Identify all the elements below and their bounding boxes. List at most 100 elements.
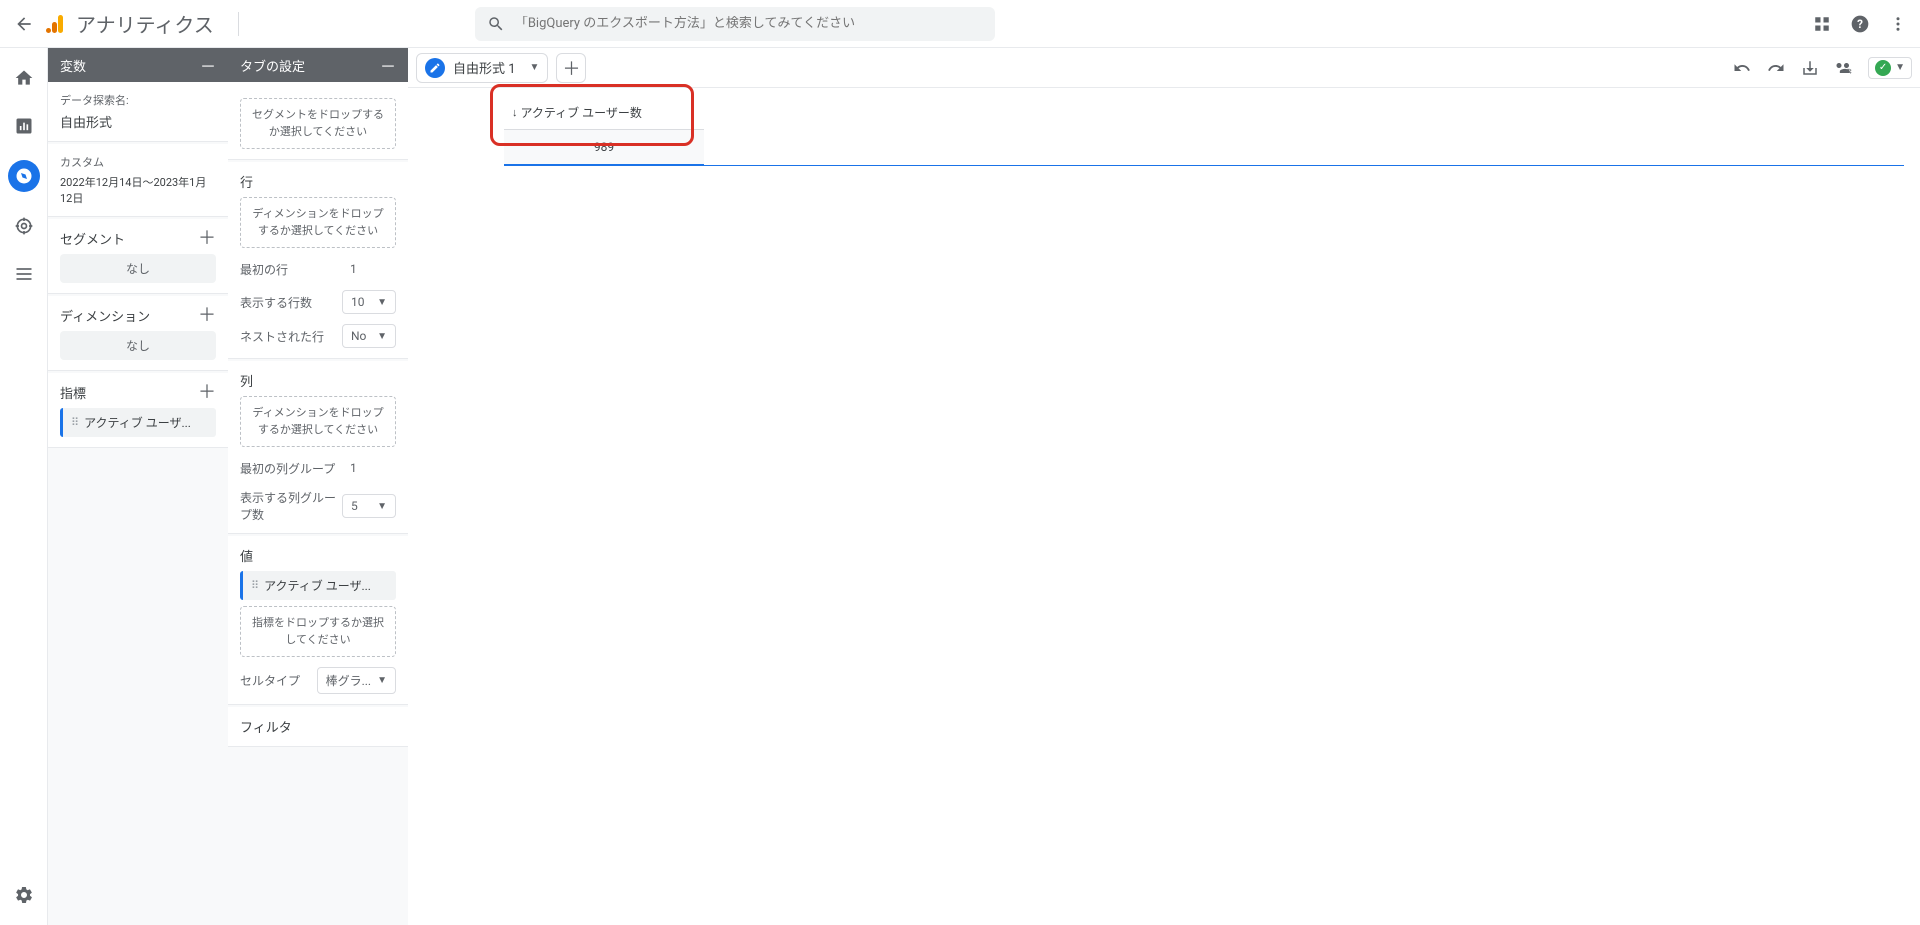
drag-handle-icon: ⠿ [251, 579, 258, 592]
drag-handle-icon: ⠿ [71, 416, 78, 429]
share-icon[interactable] [1834, 58, 1854, 78]
filter-label: フィルタ [240, 717, 396, 736]
svg-text:?: ? [1857, 17, 1863, 31]
status-check[interactable]: ✓ ▼ [1868, 57, 1912, 79]
canvas-wrap: 自由形式 1 ▼ ＋ ✓ ▼ [408, 48, 1920, 925]
show-rows-label: 表示する行数 [240, 294, 312, 311]
tab-settings-header: タブの設定 － [228, 48, 408, 82]
metric-drop-zone[interactable]: 指標をドロップするか選択してください [240, 606, 396, 657]
edit-icon [425, 58, 445, 78]
show-col-groups-label: 表示する列グループ数 [240, 489, 342, 523]
date-range-section[interactable]: カスタム 2022年12月14日～2023年1月12日 [48, 144, 228, 217]
app-title: アナリティクス [76, 9, 214, 38]
values-label: 値 [240, 546, 396, 565]
first-row-value[interactable]: 1 [342, 258, 396, 280]
add-tab-button[interactable]: ＋ [556, 53, 586, 83]
value-chip-active-users[interactable]: ⠿ アクティブ ユーザ... [240, 571, 396, 600]
show-rows-select[interactable]: 10▼ [342, 290, 396, 314]
rows-section: 行 ディメンションをドロップするか選択してください 最初の行 1 表示する行数 … [228, 162, 408, 359]
help-icon[interactable]: ? [1850, 14, 1870, 34]
undo-icon[interactable] [1732, 58, 1752, 78]
metrics-section: 指標 ＋ ⠿ アクティブ ユーザ... [48, 373, 228, 448]
canvas-toolbar-right: ✓ ▼ [1732, 57, 1912, 79]
metric-chip-active-users[interactable]: ⠿ アクティブ ユーザ... [60, 408, 216, 437]
dimensions-none: なし [60, 331, 216, 360]
segment-drop-section: セグメントをドロップするか選択してください [228, 82, 408, 160]
dimensions-label: ディメンション [60, 306, 150, 325]
tab-settings-panel: タブの設定 － セグメントをドロップするか選択してください 行 ディメンションを… [228, 48, 408, 925]
tab-settings-title: タブの設定 [240, 56, 305, 75]
redo-icon[interactable] [1766, 58, 1786, 78]
nav-settings-icon[interactable] [10, 881, 38, 909]
cols-dim-drop-zone[interactable]: ディメンションをドロップするか選択してください [240, 396, 396, 447]
back-arrow-icon[interactable] [12, 12, 36, 36]
filter-section: フィルタ [228, 707, 408, 747]
custom-label: カスタム [60, 154, 216, 170]
apps-grid-icon[interactable] [1812, 14, 1832, 34]
exploration-name-label: データ探索名: [60, 92, 216, 108]
cols-section: 列 ディメンションをドロップするか選択してください 最初の列グループ 1 表示す… [228, 361, 408, 534]
segments-section: セグメント ＋ なし [48, 219, 228, 294]
rows-label: 行 [240, 172, 396, 191]
header-actions: ? [1812, 14, 1908, 34]
exploration-name-section: データ探索名: 自由形式 [48, 82, 228, 142]
metrics-label: 指標 [60, 383, 86, 402]
status-caret-icon: ▼ [1895, 62, 1905, 73]
cell-type-label: セルタイプ [240, 672, 300, 689]
nav-ads-icon[interactable] [10, 212, 38, 240]
sort-desc-icon: ↓ [512, 106, 518, 119]
collapse-icon[interactable]: － [380, 53, 396, 77]
segments-none: なし [60, 254, 216, 283]
exploration-tab[interactable]: 自由形式 1 ▼ [416, 53, 548, 83]
nav-reports-icon[interactable] [10, 112, 38, 140]
segments-label: セグメント [60, 229, 125, 248]
title-divider [238, 12, 239, 36]
nested-rows-select[interactable]: No▼ [342, 324, 396, 348]
nested-rows-label: ネストされた行 [240, 328, 324, 345]
nav-config-icon[interactable] [10, 260, 38, 288]
main-wrap: 変数 － データ探索名: 自由形式 カスタム 2022年12月14日～2023年… [0, 48, 1920, 925]
canvas-toolbar: 自由形式 1 ▼ ＋ ✓ ▼ [408, 48, 1920, 88]
date-range-value: 2022年12月14日～2023年1月12日 [60, 174, 216, 206]
data-table: ↓ アクティブ ユーザー数 989 [504, 96, 1912, 166]
top-header: アナリティクス ? [0, 0, 1920, 48]
download-icon[interactable] [1800, 58, 1820, 78]
variables-panel-header: 変数 － [48, 48, 228, 82]
cell-type-select[interactable]: 棒グラ...▼ [317, 667, 396, 694]
check-icon: ✓ [1875, 60, 1891, 76]
cols-label: 列 [240, 371, 396, 390]
show-col-groups-select[interactable]: 5▼ [342, 494, 396, 518]
analytics-logo-icon [44, 12, 68, 36]
logo-wrap: アナリティクス [44, 9, 239, 38]
search-icon [487, 15, 505, 33]
column-header-label: アクティブ ユーザー数 [521, 104, 642, 121]
first-col-group-value[interactable]: 1 [342, 457, 396, 479]
table-column-header[interactable]: ↓ アクティブ ユーザー数 [504, 96, 704, 130]
first-col-group-label: 最初の列グループ [240, 460, 335, 477]
more-vert-icon[interactable] [1888, 14, 1908, 34]
metric-chip-label: アクティブ ユーザ... [84, 414, 191, 431]
tab-caret-icon: ▼ [530, 62, 540, 73]
tab-name-label: 自由形式 1 [453, 58, 516, 77]
variables-title: 変数 [60, 56, 86, 75]
nav-home-icon[interactable] [10, 64, 38, 92]
exploration-name-value[interactable]: 自由形式 [60, 112, 216, 131]
nav-explore-icon[interactable] [8, 160, 40, 192]
add-segment-button[interactable]: ＋ [198, 230, 216, 248]
collapse-icon[interactable]: － [200, 53, 216, 77]
search-bar[interactable] [475, 7, 995, 41]
first-row-label: 最初の行 [240, 261, 288, 278]
rows-dim-drop-zone[interactable]: ディメンションをドロップするか選択してください [240, 197, 396, 248]
value-chip-label: アクティブ ユーザ... [264, 577, 371, 594]
canvas-body: ↓ アクティブ ユーザー数 989 [408, 88, 1920, 925]
variables-panel: 変数 － データ探索名: 自由形式 カスタム 2022年12月14日～2023年… [48, 48, 228, 925]
values-section: 値 ⠿ アクティブ ユーザ... 指標をドロップするか選択してください セルタイ… [228, 536, 408, 705]
nav-rail [0, 48, 48, 925]
table-value-cell: 989 [504, 130, 704, 166]
add-dimension-button[interactable]: ＋ [198, 307, 216, 325]
add-metric-button[interactable]: ＋ [198, 384, 216, 402]
dimensions-section: ディメンション ＋ なし [48, 296, 228, 371]
segment-drop-zone[interactable]: セグメントをドロップするか選択してください [240, 98, 396, 149]
search-input[interactable] [515, 16, 983, 31]
table-underline [504, 165, 1904, 166]
